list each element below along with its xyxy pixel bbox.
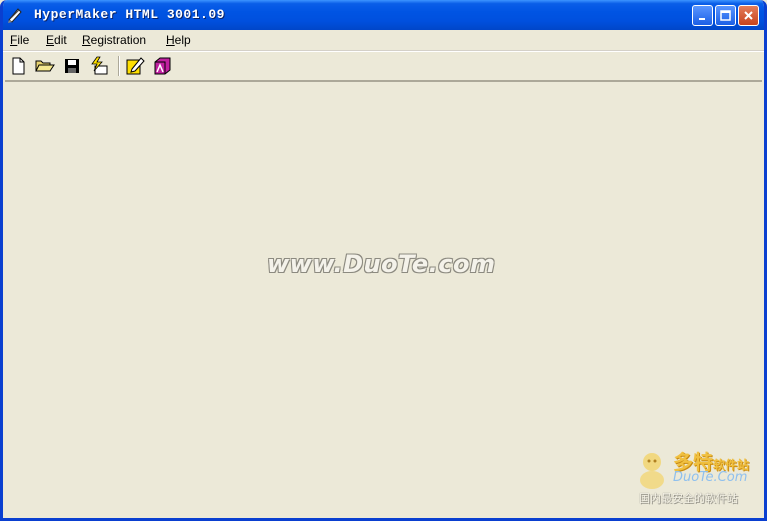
- app-window: HyperMaker HTML 3001.09 File Edit Regist…: [0, 0, 767, 521]
- mascot-icon: [640, 453, 664, 489]
- close-icon: [744, 11, 753, 20]
- menu-registration[interactable]: Registration: [82, 33, 146, 47]
- publish-button[interactable]: [151, 55, 173, 77]
- duote-logo: 多特软件站 DuoTe.Com 国内最安全的软件站: [633, 444, 764, 514]
- close-button[interactable]: [738, 5, 759, 26]
- menu-edit-rest: dit: [54, 33, 67, 47]
- open-button[interactable]: [34, 55, 56, 77]
- minimize-icon: [698, 17, 705, 20]
- menu-bar: File Edit Registration Help: [3, 30, 764, 50]
- watermark-text: www.DuoTe.com: [267, 250, 496, 278]
- menu-help-mnemonic: H: [166, 33, 175, 47]
- build-flash-icon: [91, 56, 108, 75]
- workspace-area[interactable]: www.DuoTe.com 多特软件站 DuoTe.Com 国内最安全的软件站: [5, 80, 764, 518]
- edit-pencil-icon: [126, 57, 145, 75]
- minimize-button[interactable]: [692, 5, 713, 26]
- menu-edit[interactable]: Edit: [46, 33, 67, 47]
- logo-domain: DuoTe.Com: [673, 470, 748, 485]
- menu-file[interactable]: File: [10, 33, 29, 47]
- maximize-icon: [720, 10, 731, 21]
- window-title: HyperMaker HTML 3001.09: [34, 7, 225, 22]
- save-button[interactable]: [61, 55, 83, 77]
- save-disk-icon: [65, 59, 79, 73]
- menu-help-rest: elp: [174, 33, 191, 47]
- open-folder-icon: [35, 60, 55, 72]
- toolbar: [3, 52, 764, 79]
- new-button[interactable]: [7, 55, 29, 77]
- publish-icon: [154, 57, 171, 75]
- build-button[interactable]: [88, 55, 110, 77]
- menu-help[interactable]: Help: [166, 33, 191, 47]
- toolbar-separator: [118, 56, 120, 76]
- logo-slogan: 国内最安全的软件站: [639, 492, 738, 505]
- maximize-button[interactable]: [715, 5, 736, 26]
- menu-registration-mnemonic: R: [82, 33, 91, 47]
- menu-registration-rest: egistration: [90, 33, 147, 47]
- edit-button[interactable]: [124, 55, 146, 77]
- app-icon[interactable]: [6, 6, 24, 24]
- title-bar[interactable]: HyperMaker HTML 3001.09: [3, 0, 764, 30]
- menu-edit-mnemonic: E: [46, 33, 55, 47]
- new-file-icon: [12, 57, 25, 75]
- menu-file-rest: ile: [17, 33, 30, 47]
